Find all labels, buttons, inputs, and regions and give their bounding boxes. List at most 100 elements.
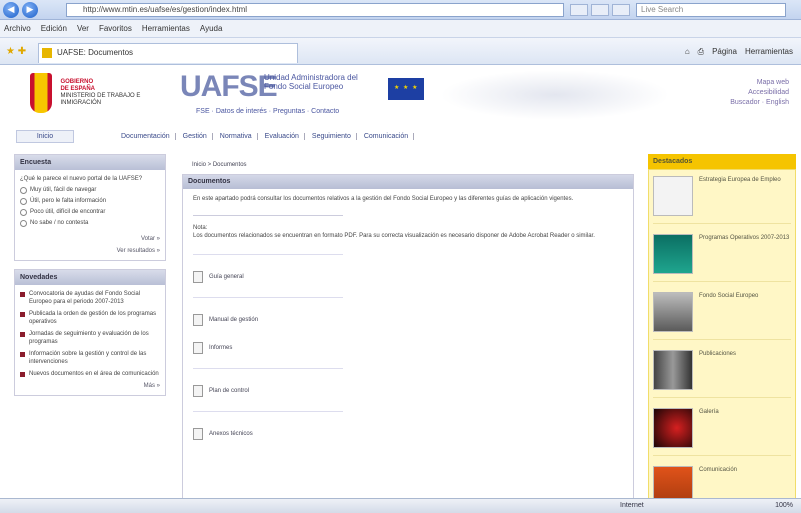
- nav-item[interactable]: Normativa: [215, 132, 258, 140]
- menu-item-help[interactable]: Ayuda: [200, 24, 223, 33]
- refresh-icon[interactable]: [570, 4, 588, 16]
- pdf-icon: [193, 271, 203, 283]
- brand-logo[interactable]: UAFSE: [180, 70, 278, 104]
- featured-item[interactable]: Comunicación: [653, 466, 791, 498]
- featured-label[interactable]: Estrategia Europea de Empleo: [699, 176, 781, 215]
- pdf-icon: [193, 314, 203, 326]
- status-zone: Internet: [620, 502, 644, 509]
- eu-flag-icon: [388, 78, 424, 100]
- link-search-english[interactable]: Buscador · English: [730, 98, 789, 108]
- poll-option: Útil, pero le falta información: [30, 198, 107, 204]
- news-link[interactable]: Jornadas de seguimiento y evaluación de …: [29, 330, 160, 346]
- featured-label[interactable]: Galería: [699, 408, 719, 447]
- featured-label[interactable]: Programas Operativos 2007-2013: [699, 234, 789, 273]
- menu-item-file[interactable]: Archivo: [4, 24, 31, 33]
- document-label[interactable]: Plan de control: [209, 387, 249, 395]
- bullet-icon: [20, 372, 25, 377]
- page-title: Documentos: [183, 175, 633, 189]
- poll-radio[interactable]: [20, 220, 27, 227]
- poll-results-link[interactable]: Ver resultados »: [20, 247, 160, 255]
- news-link[interactable]: Publicada la orden de gestión de los pro…: [29, 310, 160, 326]
- document-label[interactable]: Manual de gestión: [209, 316, 258, 324]
- back-button[interactable]: ◀: [3, 1, 19, 18]
- thumbnail-image[interactable]: [653, 408, 693, 448]
- thumbnail-image[interactable]: [653, 350, 693, 390]
- thumbnail-image[interactable]: [653, 176, 693, 216]
- menu-item-tools[interactable]: Herramientas: [142, 24, 190, 33]
- featured-label[interactable]: Publicaciones: [699, 350, 736, 389]
- thumbnail-image[interactable]: [653, 292, 693, 332]
- featured-label[interactable]: Comunicación: [699, 466, 737, 498]
- browser-menu-bar: Archivo Edición Ver Favoritos Herramient…: [0, 20, 801, 38]
- featured-item[interactable]: Fondo Social Europeo: [653, 292, 791, 340]
- news-box: Novedades Convocatoria de ayudas del Fon…: [14, 269, 166, 396]
- favorites-star-icon[interactable]: ★ ✚: [6, 46, 26, 57]
- tab-current[interactable]: UAFSE: Documentos: [38, 43, 298, 63]
- rss-icon[interactable]: [612, 4, 630, 16]
- featured-label[interactable]: Fondo Social Europeo: [699, 292, 758, 331]
- link-sitemap[interactable]: Mapa web: [730, 78, 789, 88]
- document-link[interactable]: Anexos técnicos: [193, 428, 623, 440]
- news-link[interactable]: Convocatoria de ayudas del Fondo Social …: [29, 290, 160, 306]
- main-content: Inicio > Documentos Documentos En este a…: [182, 154, 634, 498]
- news-link[interactable]: Información sobre la gestión y control d…: [29, 350, 160, 366]
- nav-item[interactable]: Comunicación: [359, 132, 415, 140]
- forward-button[interactable]: ▶: [22, 1, 38, 18]
- featured-list: Estrategia Europea de Empleo Programas O…: [648, 169, 796, 498]
- menu-item-view[interactable]: Ver: [77, 24, 89, 33]
- link-accessibility[interactable]: Accesibilidad: [730, 88, 789, 98]
- poll-box: Encuesta ¿Qué le parece el nuevo portal …: [14, 154, 166, 261]
- pdf-icon: [193, 342, 203, 354]
- poll-radio[interactable]: [20, 209, 27, 216]
- featured-item[interactable]: Galería: [653, 408, 791, 456]
- pdf-icon: [193, 385, 203, 397]
- home-icon[interactable]: ⌂: [685, 47, 690, 57]
- document-link[interactable]: Plan de control: [193, 385, 623, 397]
- address-bar: ◀ ▶ http://www.mtin.es/uafse/es/gestion/…: [0, 0, 801, 20]
- europe-map-image: [440, 70, 670, 120]
- nav-item[interactable]: Gestión: [178, 132, 213, 140]
- poll-question: ¿Qué le parece el nuevo portal de la UAF…: [20, 176, 143, 182]
- command-bar: ⌂ ⎙ Página Herramientas: [685, 47, 793, 57]
- tab-favicon-icon: [42, 48, 52, 58]
- nav-item[interactable]: Seguimiento: [307, 132, 357, 140]
- nav-item[interactable]: Documentación: [116, 132, 176, 140]
- tools-menu[interactable]: Herramientas: [745, 47, 793, 57]
- news-link[interactable]: Nuevos documentos en el área de comunica…: [29, 370, 159, 378]
- document-label[interactable]: Guía general: [209, 273, 244, 281]
- news-more-link[interactable]: Más »: [20, 382, 160, 390]
- government-logo[interactable]: GOBIERNO DE ESPAÑA MINISTERIO DE TRABAJO…: [20, 70, 166, 116]
- poll-radio[interactable]: [20, 187, 27, 194]
- page-menu[interactable]: Página: [712, 47, 737, 57]
- thumbnail-image[interactable]: [653, 234, 693, 274]
- document-link[interactable]: Informes: [193, 342, 623, 354]
- stop-icon[interactable]: [591, 4, 609, 16]
- document-link[interactable]: Guía general: [193, 271, 623, 283]
- featured-item[interactable]: Programas Operativos 2007-2013: [653, 234, 791, 282]
- header-sub-links[interactable]: FSE · Datos de interés · Preguntas · Con…: [196, 108, 339, 115]
- zoom-level[interactable]: 100%: [775, 499, 793, 513]
- breadcrumb[interactable]: Inicio > Documentos: [192, 162, 634, 168]
- featured-item[interactable]: Estrategia Europea de Empleo: [653, 176, 791, 224]
- bullet-icon: [20, 332, 25, 337]
- browser-search-input[interactable]: Live Search: [636, 3, 786, 17]
- nav-home[interactable]: Inicio: [16, 129, 74, 143]
- document-label[interactable]: Informes: [209, 344, 232, 352]
- brand-subtitle: Unidad Administradora del Fondo Social E…: [264, 73, 358, 91]
- menu-item-favorites[interactable]: Favoritos: [99, 24, 132, 33]
- bullet-icon: [20, 312, 25, 317]
- print-icon[interactable]: ⎙: [698, 47, 704, 57]
- divider: [193, 254, 343, 255]
- thumbnail-image[interactable]: [653, 466, 693, 498]
- divider: [193, 368, 343, 369]
- poll-radio[interactable]: [20, 198, 27, 205]
- document-link[interactable]: Manual de gestión: [193, 314, 623, 326]
- content-panel: Documentos En este apartado podrá consul…: [182, 174, 634, 498]
- document-label[interactable]: Anexos técnicos: [209, 430, 253, 438]
- url-input[interactable]: http://www.mtin.es/uafse/es/gestion/inde…: [66, 3, 564, 17]
- featured-item[interactable]: Publicaciones: [653, 350, 791, 398]
- nav-item[interactable]: Evaluación: [260, 132, 305, 140]
- menu-item-edit[interactable]: Edición: [41, 24, 67, 33]
- news-title: Novedades: [15, 270, 165, 285]
- poll-vote-button[interactable]: Votar »: [20, 235, 160, 243]
